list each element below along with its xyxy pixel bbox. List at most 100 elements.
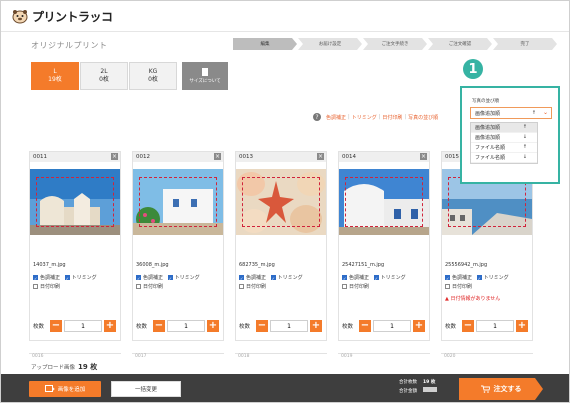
- quantity-input[interactable]: 1: [270, 320, 308, 332]
- sort-order-label: 写真の並び順: [472, 99, 499, 104]
- decrease-button[interactable]: −: [50, 320, 62, 332]
- brand-logo[interactable]: プリントラッコ: [11, 6, 141, 26]
- checkbox-checked-icon: ✓: [33, 275, 38, 281]
- checkbox-empty-icon: [33, 284, 38, 289]
- sort-option-label: ファイル名順: [475, 145, 506, 151]
- color-correction-checkbox[interactable]: ✓ 色調補正: [239, 273, 266, 282]
- upload-count-label: アップロード画像: [31, 365, 76, 371]
- date-print-checkbox[interactable]: 日付印刷: [445, 282, 472, 291]
- checkbox-checked-icon: ✓: [167, 275, 173, 281]
- remove-photo-button[interactable]: ×: [214, 153, 221, 160]
- quantity-label: 枚数: [445, 324, 457, 330]
- increase-button[interactable]: +: [516, 320, 528, 332]
- photo-card: 0014 × 25427151_m.jpg ✓ 色調補正 ✓ トリミング 日付印刷 …: [338, 151, 430, 341]
- quantity-input[interactable]: 1: [167, 320, 205, 332]
- file-name: 25556942_m.jpg: [445, 262, 488, 268]
- trimming-checkbox[interactable]: ✓ トリミング: [64, 273, 97, 282]
- size-tab-kg[interactable]: KG 0枚: [129, 62, 177, 90]
- total-price-label: 合計金額: [399, 389, 417, 394]
- increase-button[interactable]: +: [310, 320, 322, 332]
- option-label: 日付印刷: [40, 284, 61, 290]
- redacted-price: [423, 387, 437, 392]
- size-count: 0枚: [148, 76, 158, 83]
- quantity-label: 枚数: [33, 324, 45, 330]
- remove-photo-button[interactable]: ×: [420, 153, 427, 160]
- increase-button[interactable]: +: [413, 320, 425, 332]
- quantity-input[interactable]: 1: [64, 320, 102, 332]
- order-button[interactable]: 注文する: [459, 378, 543, 400]
- remove-photo-button[interactable]: ×: [111, 153, 118, 160]
- remove-photo-button[interactable]: ×: [317, 153, 324, 160]
- add-images-button[interactable]: 画像を追加: [29, 381, 101, 397]
- help-link-order[interactable]: 写真の並び順: [408, 114, 438, 121]
- trimming-checkbox[interactable]: ✓ トリミング: [167, 273, 200, 282]
- trimming-checkbox[interactable]: ✓ トリミング: [373, 273, 406, 282]
- sort-option[interactable]: ファイル名順 ↓: [471, 153, 537, 163]
- decrease-button[interactable]: −: [462, 320, 474, 332]
- option-label: 日付印刷: [349, 284, 370, 290]
- checkbox-checked-icon: ✓: [476, 275, 482, 281]
- option-label: 色調補正: [40, 275, 61, 281]
- photo-thumbnail[interactable]: [30, 169, 120, 235]
- size-about-label: サイズについて: [189, 79, 221, 84]
- sort-order-select[interactable]: 画像追加順 ↑ ⌄: [470, 107, 552, 119]
- option-label: 日付印刷: [246, 284, 267, 290]
- checkbox-empty-icon: [445, 284, 450, 289]
- checkbox-checked-icon: ✓: [64, 275, 70, 281]
- increase-button[interactable]: +: [104, 320, 116, 332]
- bulk-change-button[interactable]: 一括変更: [111, 381, 181, 397]
- total-count-label: 合計枚数: [399, 380, 417, 385]
- sort-option[interactable]: 画像追加順 ↑: [471, 123, 537, 133]
- date-print-checkbox[interactable]: 日付印刷: [33, 282, 60, 291]
- add-image-icon: [44, 385, 55, 392]
- date-print-checkbox[interactable]: 日付印刷: [239, 282, 266, 291]
- quantity-input[interactable]: 1: [476, 320, 514, 332]
- photo-thumbnail[interactable]: [339, 169, 429, 235]
- sort-option[interactable]: ファイル名順 ↑: [471, 143, 537, 153]
- help-link-color[interactable]: 色調補正: [326, 114, 346, 121]
- trim-frame: [448, 177, 526, 227]
- sort-direction-icon: ↑: [531, 110, 536, 116]
- date-print-checkbox[interactable]: 日付印刷: [342, 282, 369, 291]
- size-tab-2l[interactable]: 2L 0枚: [80, 62, 128, 90]
- size-tab-l[interactable]: L 19枚: [31, 62, 79, 90]
- upload-count-value: 19 枚: [78, 363, 98, 371]
- upload-count: アップロード画像 19 枚: [31, 362, 97, 372]
- trimming-checkbox[interactable]: ✓ トリミング: [270, 273, 303, 282]
- help-link-date[interactable]: 日付印刷: [382, 114, 402, 121]
- photo-thumbnail[interactable]: [133, 169, 223, 235]
- photo-card: 0013 × 682735_m.jpg ✓ 色調補正 ✓ トリミング 日付印刷 枚数…: [235, 151, 327, 341]
- help-icon: ?: [313, 113, 321, 121]
- app-window: プリントラッコ オリジナルプリント 編集 お届け設定 ご注文手続き ご注文確認 …: [0, 0, 570, 403]
- next-photo-card: 0018: [235, 353, 327, 359]
- quantity-stepper: 枚数 − 1 +: [239, 320, 322, 332]
- size-tabs: L 19枚 2L 0枚 KG 0枚 サイズについて: [31, 62, 228, 90]
- add-images-label: 画像を追加: [57, 387, 86, 393]
- sort-order-panel: 写真の並び順 画像追加順 ↑ ⌄ 画像追加順 ↑ 画像追加順 ↓ ファイル名順 ↑ フ…: [460, 86, 560, 184]
- color-correction-checkbox[interactable]: ✓ 色調補正: [33, 273, 60, 282]
- decrease-button[interactable]: −: [359, 320, 371, 332]
- trim-frame: [345, 177, 423, 227]
- photo-thumbnail[interactable]: [236, 169, 326, 235]
- date-print-checkbox[interactable]: 日付印刷: [136, 282, 163, 291]
- divider: |: [348, 114, 350, 120]
- color-correction-checkbox[interactable]: ✓ 色調補正: [445, 273, 472, 282]
- quantity-stepper: 枚数 − 1 +: [342, 320, 425, 332]
- size-about-button[interactable]: サイズについて: [182, 62, 228, 90]
- step-order-procedure: ご注文手続き: [363, 38, 427, 50]
- color-correction-checkbox[interactable]: ✓ 色調補正: [342, 273, 369, 282]
- color-correction-checkbox[interactable]: ✓ 色調補正: [136, 273, 163, 282]
- decrease-button[interactable]: −: [256, 320, 268, 332]
- decrease-button[interactable]: −: [153, 320, 165, 332]
- quantity-input[interactable]: 1: [373, 320, 411, 332]
- brand-name: プリントラッコ: [32, 9, 113, 24]
- photo-number: 0011: [30, 152, 120, 162]
- option-label: トリミング: [174, 275, 200, 281]
- help-link-trimming[interactable]: トリミング: [352, 114, 377, 121]
- trimming-checkbox[interactable]: ✓ トリミング: [476, 273, 509, 282]
- increase-button[interactable]: +: [207, 320, 219, 332]
- sort-option[interactable]: 画像追加順 ↓: [471, 133, 537, 143]
- photo-number: 0013: [236, 152, 326, 162]
- option-label: 色調補正: [143, 275, 164, 281]
- checkbox-checked-icon: ✓: [373, 275, 379, 281]
